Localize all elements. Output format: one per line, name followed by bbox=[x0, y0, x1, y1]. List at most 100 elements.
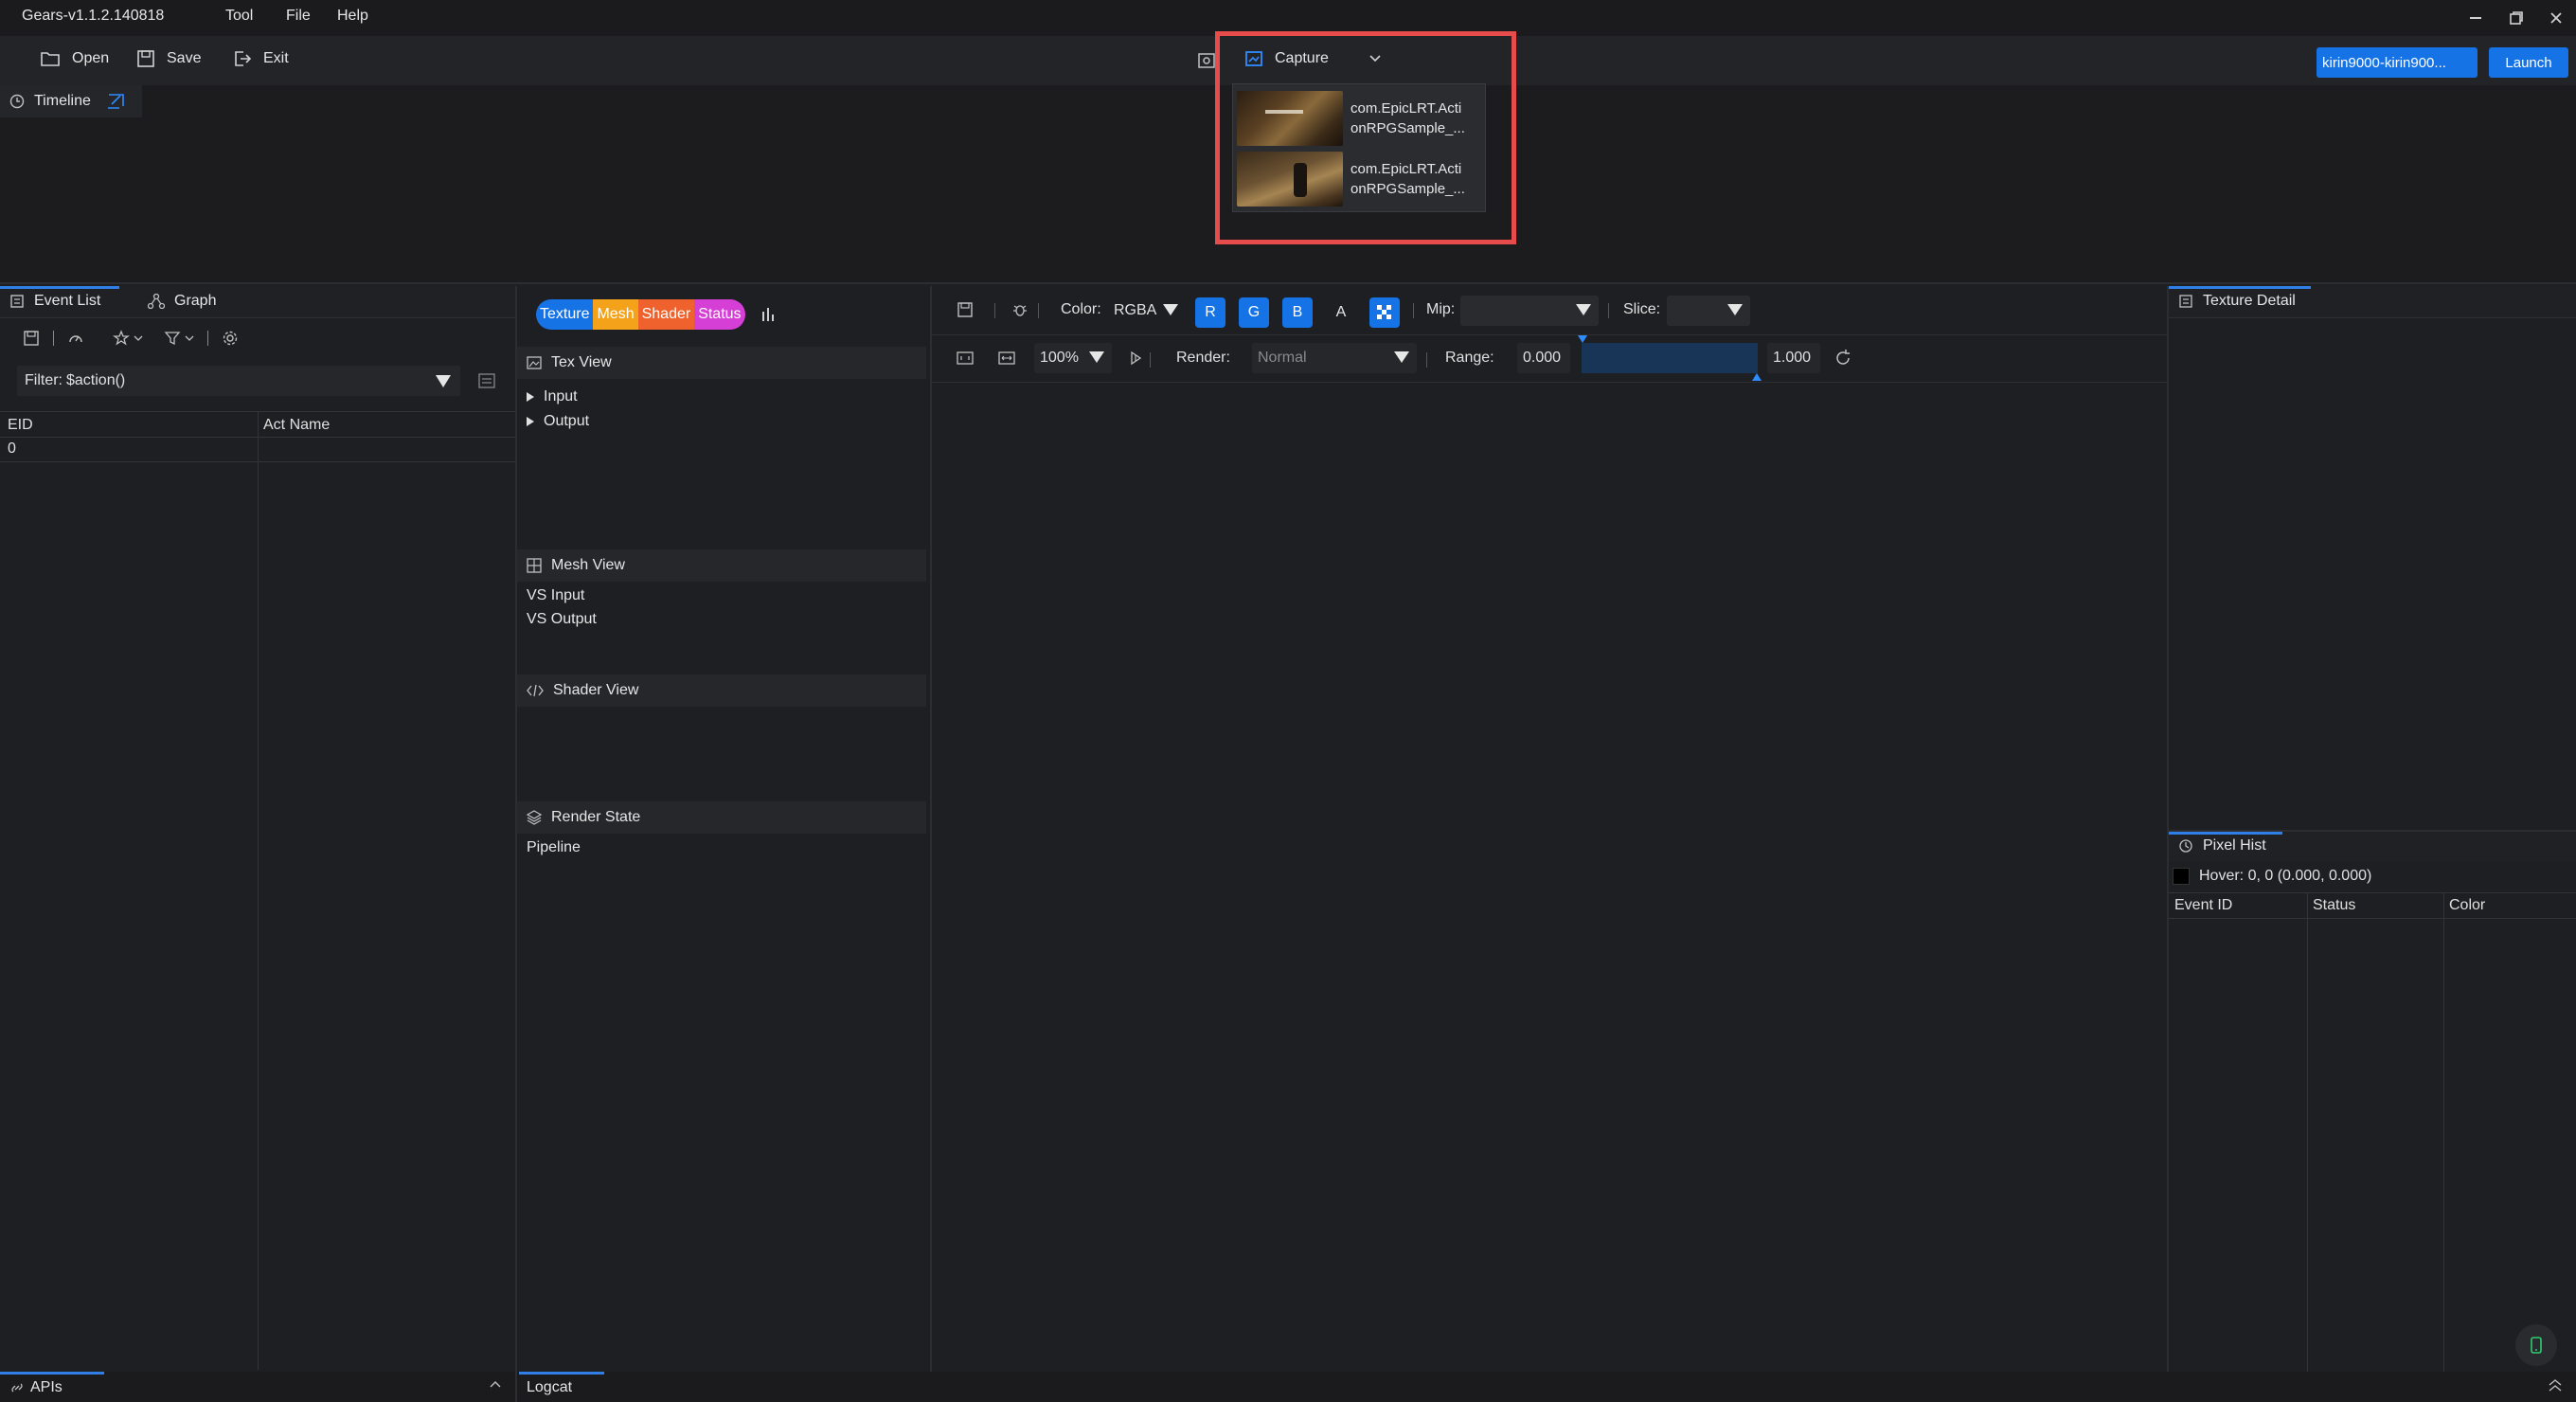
launch-button[interactable]: Launch bbox=[2489, 47, 2568, 78]
device-select[interactable]: kirin9000-kirin900... bbox=[2317, 47, 2478, 78]
save-icon[interactable] bbox=[23, 330, 40, 347]
star-icon[interactable] bbox=[113, 330, 130, 347]
exit-button[interactable]: Exit bbox=[233, 49, 289, 68]
tex-view-header[interactable]: Tex View bbox=[517, 347, 926, 379]
tree-item-vs-output-label: VS Output bbox=[527, 611, 597, 627]
restore-icon[interactable] bbox=[2504, 6, 2529, 30]
pill-status[interactable]: Status bbox=[694, 299, 745, 330]
checkerboard-toggle[interactable] bbox=[1369, 297, 1400, 328]
chevron-down-icon[interactable] bbox=[134, 334, 143, 342]
open-button[interactable]: Open bbox=[40, 49, 109, 68]
mip-select[interactable] bbox=[1460, 296, 1599, 326]
view-pills: Texture Mesh Shader Status bbox=[536, 299, 745, 330]
render-select-value: Normal bbox=[1258, 350, 1307, 366]
expand-arrow-icon bbox=[527, 392, 534, 402]
tree-item-input[interactable]: Input bbox=[527, 388, 578, 405]
shader-view-header[interactable]: Shader View bbox=[517, 674, 926, 707]
channel-b-toggle[interactable]: B bbox=[1282, 297, 1313, 328]
range-slider[interactable] bbox=[1578, 335, 1762, 381]
logcat-tabbar: Logcat bbox=[519, 1372, 2576, 1402]
tex-view-title: Tex View bbox=[551, 354, 612, 370]
minimize-icon[interactable] bbox=[2463, 6, 2488, 30]
device-status-button[interactable] bbox=[2515, 1324, 2557, 1366]
exit-label: Exit bbox=[263, 50, 289, 66]
tab-apis[interactable]: APIs bbox=[9, 1379, 63, 1396]
divider bbox=[1608, 303, 1609, 318]
hover-readout: Hover: 0, 0 (0.000, 0.000) bbox=[2199, 868, 2372, 884]
channel-a-toggle[interactable]: A bbox=[1326, 297, 1356, 328]
filter-dropdown-arrow[interactable] bbox=[436, 375, 451, 387]
render-select[interactable]: Normal bbox=[1252, 343, 1417, 373]
tab-texture-detail[interactable]: Texture Detail bbox=[2178, 293, 2296, 310]
launch-label: Launch bbox=[2505, 54, 2552, 71]
actual-size-icon[interactable] bbox=[998, 350, 1015, 366]
column-event-id[interactable]: Event ID bbox=[2174, 897, 2232, 914]
range-min-handle[interactable] bbox=[1578, 335, 1587, 343]
color-select[interactable]: RGBA bbox=[1108, 296, 1186, 326]
pill-shader[interactable]: Shader bbox=[637, 299, 695, 330]
flip-icon[interactable] bbox=[1129, 350, 1144, 366]
tree-item-vs-input[interactable]: VS Input bbox=[527, 587, 584, 604]
save-button[interactable]: Save bbox=[136, 49, 201, 68]
double-chevron-up-icon[interactable] bbox=[2548, 1377, 2563, 1393]
pill-mesh[interactable]: Mesh bbox=[593, 299, 638, 330]
phone-icon bbox=[2531, 1337, 2542, 1354]
tab-event-list[interactable]: Event List bbox=[9, 293, 100, 310]
range-max-handle[interactable] bbox=[1752, 373, 1762, 381]
divider bbox=[1413, 303, 1414, 318]
slice-select[interactable] bbox=[1667, 296, 1750, 326]
hover-color-swatch bbox=[2173, 868, 2190, 885]
tree-item-vs-output[interactable]: VS Output bbox=[527, 611, 597, 628]
range-min-field[interactable]: 0.000 bbox=[1517, 343, 1570, 373]
dropdown-arrow-icon bbox=[1163, 304, 1178, 315]
tab-pixel-hist[interactable]: Pixel Hist bbox=[2178, 837, 2266, 854]
filter-icon[interactable] bbox=[164, 330, 181, 347]
bar-chart-icon[interactable] bbox=[760, 306, 778, 323]
bug-icon[interactable] bbox=[1011, 301, 1029, 318]
range-max-field[interactable]: 1.000 bbox=[1767, 343, 1820, 373]
tree-item-output[interactable]: Output bbox=[527, 413, 589, 430]
tab-graph[interactable]: Graph bbox=[148, 293, 216, 310]
texture-detail-label: Texture Detail bbox=[2203, 293, 2296, 309]
pixel-hist-label: Pixel Hist bbox=[2203, 837, 2266, 854]
mesh-view-header[interactable]: Mesh View bbox=[517, 549, 926, 582]
chevron-up-icon[interactable] bbox=[489, 1379, 502, 1389]
color-label: Color: bbox=[1061, 301, 1101, 317]
column-eid[interactable]: EID bbox=[8, 417, 33, 434]
channel-r-toggle[interactable]: R bbox=[1195, 297, 1225, 328]
close-icon[interactable] bbox=[2544, 6, 2568, 30]
gear-icon[interactable] bbox=[222, 330, 239, 347]
edit-icon[interactable] bbox=[106, 93, 125, 110]
menu-tool[interactable]: Tool bbox=[225, 8, 253, 25]
column-act-name[interactable]: Act Name bbox=[263, 417, 330, 434]
link-icon bbox=[9, 1381, 25, 1394]
column-divider bbox=[2443, 892, 2444, 1374]
menu-file[interactable]: File bbox=[286, 8, 311, 25]
menu-help[interactable]: Help bbox=[337, 8, 368, 25]
gauge-icon[interactable] bbox=[67, 330, 84, 347]
divider bbox=[1150, 352, 1151, 368]
fit-icon[interactable] bbox=[957, 350, 974, 366]
column-color[interactable]: Color bbox=[2449, 897, 2485, 914]
channel-g-toggle[interactable]: G bbox=[1239, 297, 1269, 328]
history-icon bbox=[2178, 838, 2193, 854]
pill-texture[interactable]: Texture bbox=[536, 299, 594, 330]
active-tab-indicator bbox=[2169, 286, 2311, 289]
divider bbox=[207, 331, 208, 346]
refresh-icon[interactable] bbox=[1834, 349, 1852, 368]
tab-logcat[interactable]: Logcat bbox=[527, 1379, 572, 1396]
save-icon[interactable] bbox=[957, 301, 974, 318]
pixel-hist-panel: Pixel Hist Hover: 0, 0 (0.000, 0.000) Ev… bbox=[2169, 830, 2576, 1374]
column-status[interactable]: Status bbox=[2313, 897, 2355, 914]
tree-item-pipeline[interactable]: Pipeline bbox=[527, 839, 581, 856]
range-min-value: 0.000 bbox=[1523, 350, 1562, 366]
filter-settings-icon[interactable] bbox=[477, 371, 496, 390]
zoom-select[interactable]: 100% bbox=[1034, 343, 1112, 373]
screenshot-icon[interactable] bbox=[1197, 51, 1216, 70]
chevron-down-icon[interactable] bbox=[185, 334, 194, 342]
detail-icon bbox=[2178, 294, 2193, 309]
table-row[interactable]: 0 bbox=[0, 438, 515, 462]
timeline-label: Timeline bbox=[34, 93, 91, 109]
render-state-header[interactable]: Render State bbox=[517, 801, 926, 834]
filter-field[interactable]: Filter: $action() bbox=[17, 366, 460, 396]
